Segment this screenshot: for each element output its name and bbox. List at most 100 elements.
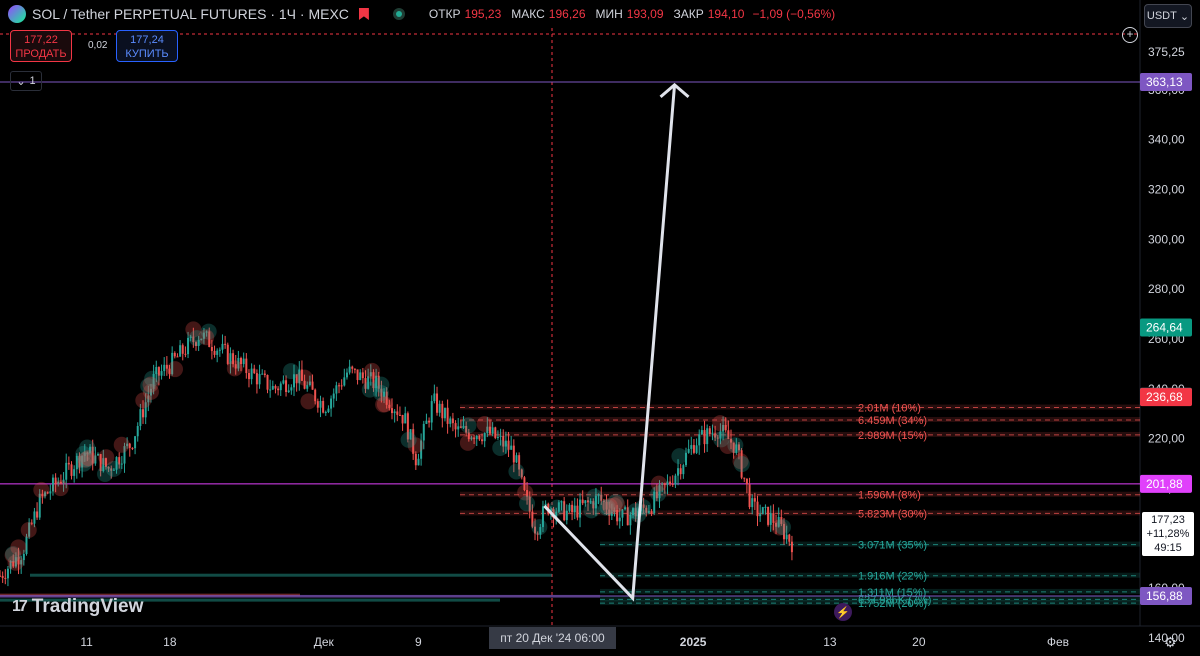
candle-body [454, 423, 457, 430]
symbol-header: SOL / Tether PERPETUAL FUTURES · 1Ч · ME… [0, 0, 1140, 28]
candle-body [491, 427, 494, 434]
structure-marker [400, 431, 417, 448]
candle-body [756, 501, 759, 517]
buy-price: 177,24 [130, 34, 164, 46]
sell-button[interactable]: 177,22 ПРОДАТЬ [10, 30, 72, 62]
candle-body [176, 356, 179, 358]
volume-level-label: 2.989M (15%) [858, 430, 927, 442]
y-tick-label: 320,00 [1148, 183, 1185, 197]
structure-marker [508, 463, 525, 480]
flag-icon[interactable] [358, 8, 369, 20]
candle-body [285, 380, 288, 392]
sell-price: 177,22 [24, 34, 58, 46]
price-tag-label: 156,88 [1146, 589, 1183, 603]
current-price-change: +11,28% [1146, 528, 1190, 540]
candle-body [361, 372, 364, 379]
candle-body [345, 372, 348, 378]
low-label: МИН [595, 7, 623, 21]
candle-body [120, 463, 123, 465]
structure-marker [650, 475, 667, 492]
structure-marker [167, 361, 184, 378]
structure-marker [531, 519, 548, 536]
candle-body [708, 428, 711, 435]
currency-select[interactable]: USDT ⌄ [1144, 4, 1192, 28]
candle-body [134, 436, 137, 449]
structure-marker [460, 417, 477, 434]
candle-body [478, 435, 481, 440]
crosshair-time-label: пт 20 Дек '24 06:00 [489, 627, 616, 649]
candle-body [250, 368, 253, 380]
candle-body [319, 400, 322, 408]
lightning-icon[interactable]: ⚡ [834, 603, 852, 621]
candle-body [449, 418, 452, 424]
y-tick-label: 220,00 [1148, 432, 1185, 446]
x-tick-label: 18 [163, 635, 177, 649]
structure-marker [583, 502, 600, 519]
change-value: −1,09 (−0,56%) [752, 7, 836, 21]
candle-body [767, 506, 770, 525]
structure-marker [719, 438, 736, 455]
candle-body [274, 386, 277, 389]
structure-marker [10, 539, 27, 556]
structure-marker [492, 439, 509, 456]
spread-value: 0,02 [88, 40, 108, 51]
indicators-toggle[interactable]: ⌄ 1 [10, 71, 42, 91]
price-tag-label: 264,64 [1146, 320, 1183, 334]
buy-button[interactable]: 177,24 КУПИТЬ [116, 30, 178, 62]
low-value: 193,09 [626, 7, 664, 21]
candle-body [255, 373, 258, 385]
candle-body [213, 350, 216, 355]
candle-body [324, 412, 327, 414]
candle-body [457, 426, 460, 430]
candle-body [743, 477, 746, 479]
y-tick-label: 340,00 [1148, 133, 1185, 147]
candle-body [706, 428, 709, 445]
structure-marker [20, 522, 37, 539]
candle-body [512, 445, 515, 463]
candle-body [340, 385, 343, 387]
candle-body [785, 534, 788, 540]
volume-level-label: 1.916M (22%) [858, 571, 927, 583]
candle-body [181, 345, 184, 354]
candle-body [173, 352, 176, 357]
structure-marker [296, 369, 313, 386]
candle-body [788, 534, 791, 542]
candle-body [287, 390, 290, 392]
candle-body [422, 423, 425, 441]
price-tag-label: 201,88 [1146, 477, 1183, 491]
candle-body [218, 349, 221, 351]
candle-body [573, 505, 576, 513]
volume-level-label: 1.596M (8%) [858, 490, 921, 502]
gear-icon[interactable]: ⚙ [1164, 634, 1177, 651]
candle-body [277, 388, 280, 391]
market-status-icon[interactable] [392, 8, 405, 20]
close-value: 194,10 [707, 7, 745, 21]
candle-body [322, 400, 325, 413]
candle-body [266, 374, 269, 390]
candle-body [136, 426, 139, 437]
ohlc-readout: ОТКР 195,23 МАКС 196,26 МИН 193,09 ЗАКР 194,… [423, 7, 835, 21]
candle-body [496, 436, 499, 438]
candle-body [698, 434, 701, 446]
candle-body [581, 499, 584, 504]
candle-body [179, 345, 182, 357]
symbol-title[interactable]: SOL / Tether PERPETUAL FUTURES · 1Ч · ME… [32, 6, 349, 22]
candle-body [494, 427, 497, 438]
tradingview-logo-text: TradingView [31, 596, 144, 617]
structure-marker [98, 449, 115, 466]
candle-body [433, 393, 436, 402]
add-alert-plus-icon[interactable]: + [1122, 27, 1138, 43]
candle-body [404, 413, 407, 424]
candle-body [184, 353, 187, 355]
structure-marker [300, 393, 317, 410]
chart-canvas[interactable]: 140,00160,00180,00200,00220,00240,00260,… [0, 0, 1200, 656]
candle-body [226, 344, 229, 364]
candle-body [436, 393, 439, 413]
tradingview-logo[interactable]: 17 TradingView [12, 596, 143, 618]
candle-body [682, 465, 685, 475]
candle-body [6, 568, 9, 579]
volume-level-label: 3.071M (35%) [858, 540, 927, 552]
candle-body [430, 401, 433, 423]
volume-level-label: 1.752M (20%) [858, 598, 927, 610]
candle-body [67, 462, 70, 465]
